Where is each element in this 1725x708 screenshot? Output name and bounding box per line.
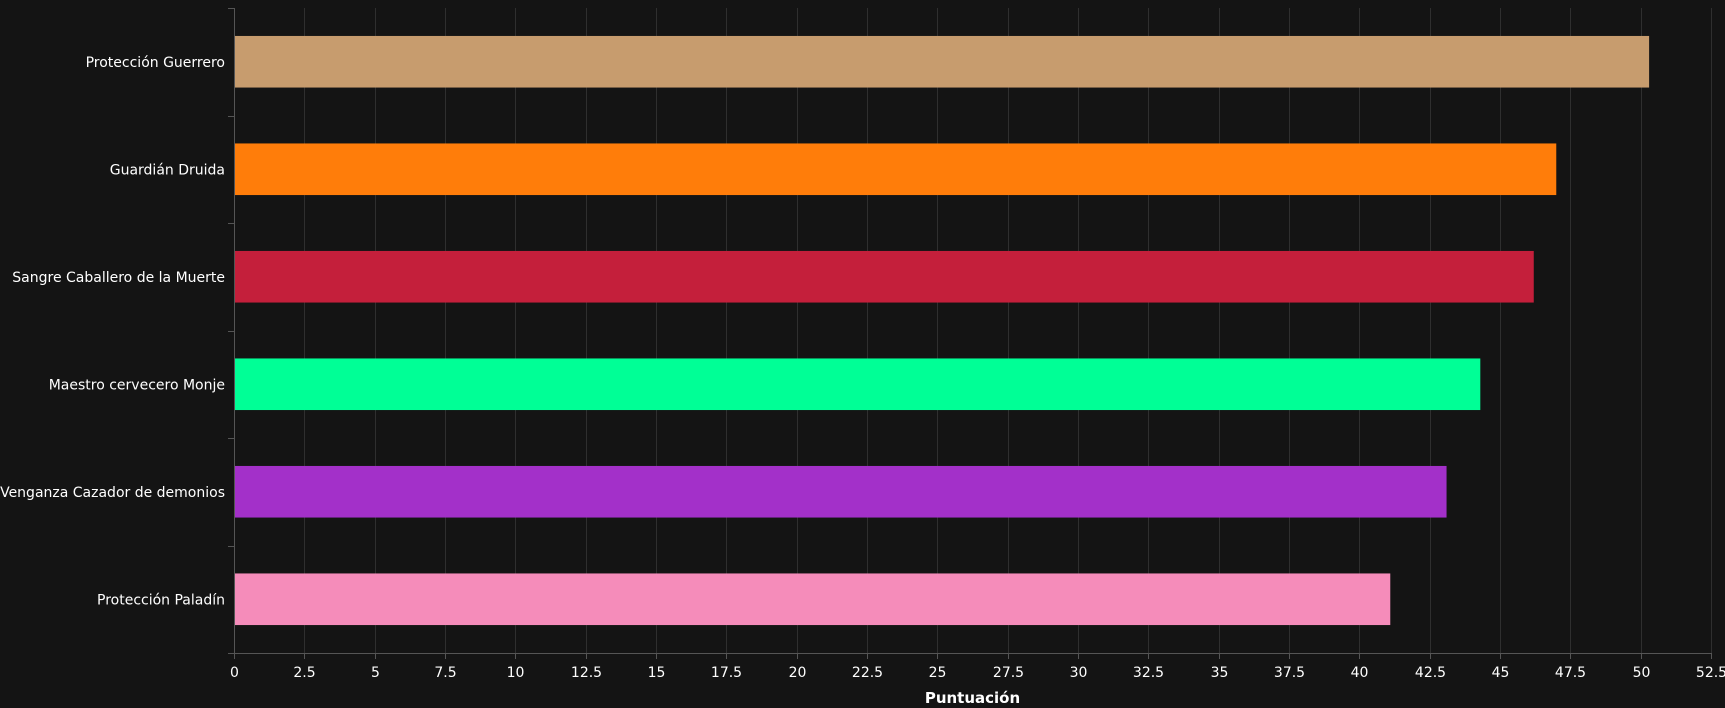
x-tick-label: 7.5: [434, 665, 456, 681]
y-category-label: Maestro cervecero Monje: [49, 377, 225, 393]
bar: [234, 465, 1447, 518]
bar: [234, 573, 1391, 626]
x-tick-label: 37.5: [1274, 665, 1305, 681]
y-category-label: Protección Paladín: [97, 592, 225, 608]
x-tick-label: 30: [1070, 665, 1088, 681]
bar: [234, 35, 1650, 88]
x-tick-label: 2.5: [293, 665, 315, 681]
y-axis-ticks: Protección Guerrero Guardián Druida Sangre…: [0, 8, 234, 654]
x-tick-label: 20: [789, 665, 807, 681]
grid-lines: [304, 8, 1712, 653]
x-tick-label: 47.5: [1555, 665, 1586, 681]
bar: [234, 143, 1557, 196]
bar: [234, 358, 1481, 411]
x-tick-label: 40: [1351, 665, 1369, 681]
x-tick-label: 0: [230, 665, 239, 681]
bar: [234, 250, 1534, 303]
x-axis-ticks: 0 2.5 5 7.5 10 12.5 15 17.5 20 22.5 25 27.5 30 32.5 35…: [230, 653, 1725, 681]
y-category-label: Venganza Cazador de demonios: [0, 485, 225, 501]
bar-chart: Protección Guerrero Guardián Druida Sangre…: [0, 8, 1725, 707]
x-tick-label: 17.5: [711, 665, 742, 681]
y-category-label: Sangre Caballero de la Muerte: [12, 270, 225, 286]
bars: [234, 35, 1650, 626]
y-category-label: Guardián Druida: [110, 162, 225, 178]
x-tick-label: 35: [1211, 665, 1229, 681]
x-tick-label: 5: [371, 665, 380, 681]
x-tick-label: 42.5: [1415, 665, 1446, 681]
x-tick-label: 27.5: [993, 665, 1024, 681]
x-axis-title: Puntuación: [925, 689, 1020, 707]
x-tick-label: 50: [1633, 665, 1651, 681]
y-category-label: Protección Guerrero: [86, 55, 225, 71]
x-tick-label: 25: [929, 665, 947, 681]
x-tick-label: 22.5: [852, 665, 883, 681]
x-tick-label: 10: [507, 665, 525, 681]
x-tick-label: 15: [648, 665, 666, 681]
x-tick-label: 32.5: [1133, 665, 1164, 681]
x-tick-label: 52.5: [1696, 665, 1725, 681]
x-tick-label: 45: [1492, 665, 1510, 681]
axes: [234, 8, 1711, 654]
x-tick-label: 12.5: [571, 665, 602, 681]
